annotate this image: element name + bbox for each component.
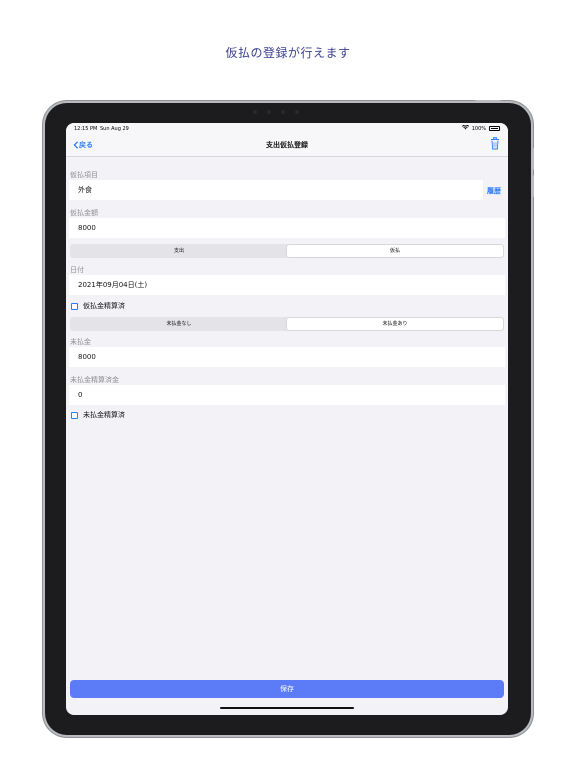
unpaid-settled-label: 未払金精算済: [83, 411, 125, 419]
page-headline: 仮払の登録が行えます: [225, 46, 351, 60]
status-bar: 12:15 PM Sun Aug 29 100%: [66, 123, 508, 134]
item-label: 仮払項目: [70, 171, 98, 179]
checkbox-icon[interactable]: [71, 302, 78, 310]
status-date: Sun Aug 29: [100, 126, 129, 132]
unpaid-segmented-control: 未払金なし 未払金あり: [70, 317, 504, 331]
wifi-icon: [461, 124, 469, 132]
amount-field[interactable]: 8000: [69, 218, 505, 238]
history-button[interactable]: 履歴: [487, 186, 501, 196]
battery-percent: 100%: [471, 125, 486, 132]
segment-advance[interactable]: 仮払: [287, 245, 503, 257]
unpaid-field[interactable]: 8000: [69, 347, 505, 367]
unpaid-settled-amount-label: 未払金精算済金: [70, 376, 119, 384]
segment-expense[interactable]: 支出: [71, 245, 287, 257]
home-indicator: [220, 707, 354, 709]
unpaid-settled-row[interactable]: 未払金精算済: [71, 410, 125, 420]
status-right: 100%: [461, 124, 500, 132]
advance-settled-row[interactable]: 仮払金精算済: [71, 301, 125, 311]
camera-sensors: [253, 110, 299, 114]
volume-up-button: [532, 148, 534, 170]
navigation-bar: 戻る 支出仮払登録: [66, 134, 508, 157]
date-label: 日付: [70, 266, 84, 274]
amount-label: 仮払金額: [70, 209, 98, 217]
battery-icon: [489, 126, 500, 131]
save-button[interactable]: 保存: [70, 680, 504, 698]
advance-settled-label: 仮払金精算済: [83, 302, 125, 310]
trash-icon[interactable]: [490, 137, 500, 150]
volume-down-button: [532, 175, 534, 197]
checkbox-icon[interactable]: [71, 411, 78, 419]
page-title: 支出仮払登録: [266, 141, 308, 149]
type-segmented-control: 支出 仮払: [70, 244, 504, 258]
status-time: 12:15 PM: [74, 126, 98, 132]
segment-has-unpaid[interactable]: 未払金あり: [287, 318, 503, 330]
top-button: [475, 100, 501, 102]
segment-no-unpaid[interactable]: 未払金なし: [71, 318, 287, 330]
date-field[interactable]: 2021年09月04日(土): [69, 275, 505, 295]
app-screen: 12:15 PM Sun Aug 29 100% 戻る 支出仮払登録 仮払項目 …: [66, 123, 508, 715]
unpaid-settled-amount-field[interactable]: 0: [69, 385, 505, 405]
item-field[interactable]: 外食: [69, 180, 483, 200]
ipad-frame: 12:15 PM Sun Aug 29 100% 戻る 支出仮払登録 仮払項目 …: [45, 100, 534, 735]
unpaid-label: 未払金: [70, 338, 91, 346]
